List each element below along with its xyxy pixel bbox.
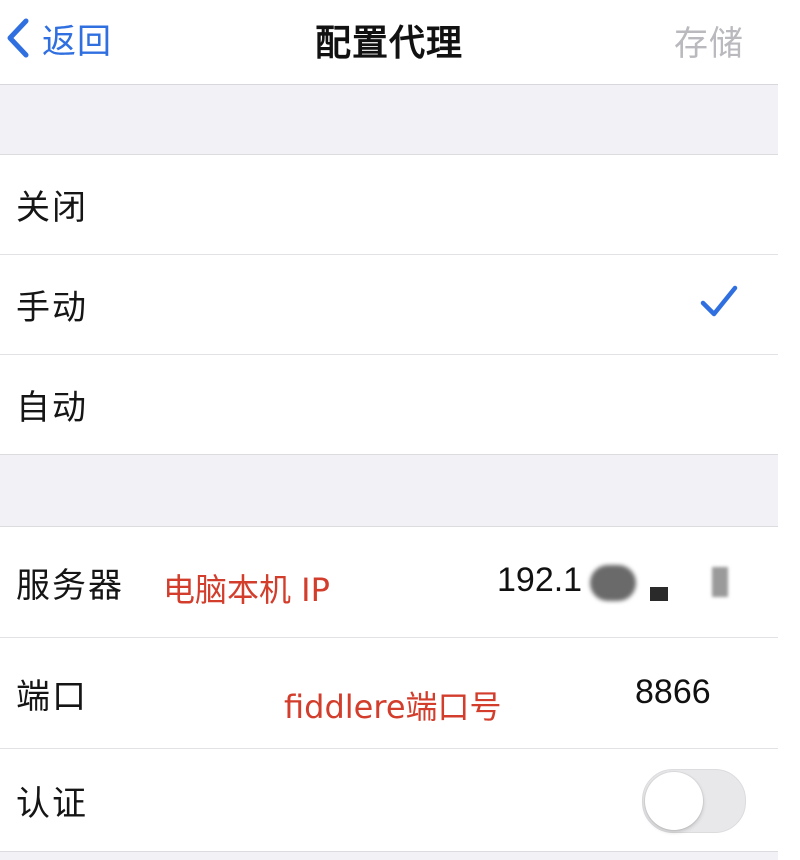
port-annotation: fiddlere端口号 [284, 688, 502, 726]
server-annotation: 电脑本机 IP [163, 571, 330, 609]
save-button[interactable]: 存储 [674, 16, 744, 65]
mode-option-manual[interactable]: 手动 [0, 255, 778, 355]
server-row[interactable]: 服务器 电脑本机 IP 192.1 [0, 527, 778, 638]
redaction-mask [590, 565, 636, 601]
mode-option-label: 手动 [16, 288, 88, 328]
auth-label: 认证 [16, 783, 88, 824]
redaction-mask [650, 587, 668, 601]
server-label: 服务器 [16, 565, 124, 606]
auth-toggle[interactable] [642, 769, 746, 833]
server-value[interactable]: 192.1 [497, 561, 582, 600]
page-title: 配置代理 [314, 23, 463, 64]
proxy-config-screen: 返回 配置代理 存储 关闭 手动 自动 服务器 电脑本机 IP 192.1 端口… [0, 0, 778, 860]
port-label: 端口 [16, 676, 88, 717]
screen-edge [778, 0, 800, 860]
manual-settings-group: 服务器 电脑本机 IP 192.1 端口 fiddlere端口号 8866 认证 [0, 526, 778, 852]
proxy-mode-group: 关闭 手动 自动 [0, 154, 778, 455]
mode-option-label: 自动 [16, 388, 88, 428]
auth-row: 认证 [0, 749, 778, 851]
mode-option-auto[interactable]: 自动 [0, 355, 778, 454]
redaction-mask [712, 567, 728, 597]
port-value[interactable]: 8866 [635, 673, 711, 712]
navigation-bar: 返回 配置代理 存储 [0, 0, 778, 85]
port-row[interactable]: 端口 fiddlere端口号 8866 [0, 638, 778, 749]
mode-option-off[interactable]: 关闭 [0, 155, 778, 255]
toggle-knob [645, 772, 703, 830]
mode-option-label: 关闭 [16, 188, 88, 228]
checkmark-icon [700, 285, 738, 323]
